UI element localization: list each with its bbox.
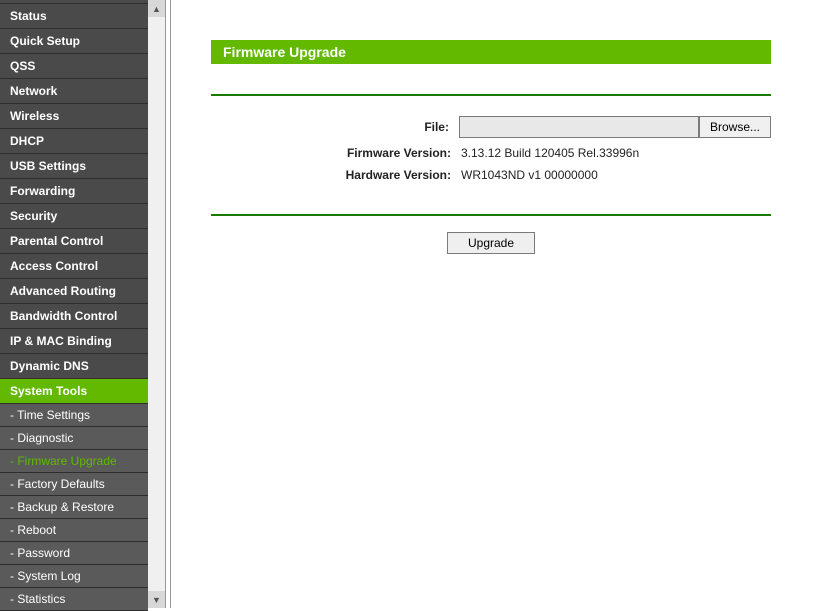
hardware-version-value: WR1043ND v1 00000000 xyxy=(461,168,598,182)
sidebar-label: QSS xyxy=(10,59,35,73)
sidebar-item-system-tools[interactable]: System Tools xyxy=(0,379,148,404)
file-label: File: xyxy=(211,120,459,134)
sidebar-sub-label: - Time Settings xyxy=(10,408,90,422)
sidebar-label: Quick Setup xyxy=(10,34,80,48)
sidebar-item-ip-mac-binding[interactable]: IP & MAC Binding xyxy=(0,329,148,354)
sidebar-scrollbar[interactable]: ▲ ▼ xyxy=(148,0,165,608)
scroll-up-arrow-icon[interactable]: ▲ xyxy=(148,0,165,17)
sidebar-sub-factory-defaults[interactable]: - Factory Defaults xyxy=(0,473,148,496)
sidebar-label: Access Control xyxy=(10,259,98,273)
sidebar-label: Bandwidth Control xyxy=(10,309,117,323)
upgrade-button-wrap: Upgrade xyxy=(211,232,771,254)
sidebar-item-qss[interactable]: QSS xyxy=(0,54,148,79)
sidebar-label: DHCP xyxy=(10,134,44,148)
hardware-version-row: Hardware Version: WR1043ND v1 00000000 xyxy=(211,168,771,182)
sidebar-label: IP & MAC Binding xyxy=(10,334,112,348)
file-row: File: Browse... xyxy=(211,116,771,138)
sidebar-sub-system-log[interactable]: - System Log xyxy=(0,565,148,588)
sidebar-item-access-control[interactable]: Access Control xyxy=(0,254,148,279)
sidebar-sub-label: - Factory Defaults xyxy=(10,477,105,491)
sidebar-item-status[interactable]: Status xyxy=(0,4,148,29)
sidebar-item-usb-settings[interactable]: USB Settings xyxy=(0,154,148,179)
sidebar-label: System Tools xyxy=(10,384,87,398)
browse-button[interactable]: Browse... xyxy=(699,116,771,138)
sidebar-label: Wireless xyxy=(10,109,59,123)
panel-title: Firmware Upgrade xyxy=(211,40,771,64)
file-path-input[interactable] xyxy=(459,116,699,138)
file-input-wrap: Browse... xyxy=(459,116,771,138)
sidebar-item-wireless[interactable]: Wireless xyxy=(0,104,148,129)
sidebar-label: Forwarding xyxy=(10,184,75,198)
sidebar-item-network[interactable]: Network xyxy=(0,79,148,104)
sidebar-item-dhcp[interactable]: DHCP xyxy=(0,129,148,154)
sidebar-sub-label: - Statistics xyxy=(10,592,65,606)
sidebar-label: Security xyxy=(10,209,57,223)
sidebar-item-security[interactable]: Security xyxy=(0,204,148,229)
sidebar-label: Parental Control xyxy=(10,234,103,248)
firmware-version-value: 3.13.12 Build 120405 Rel.33996n xyxy=(461,146,639,160)
sidebar-item-dynamic-dns[interactable]: Dynamic DNS xyxy=(0,354,148,379)
firmware-version-label: Firmware Version: xyxy=(211,146,461,160)
sidebar-item-bandwidth-control[interactable]: Bandwidth Control xyxy=(0,304,148,329)
sidebar-sub-label: - Backup & Restore xyxy=(10,500,114,514)
sidebar-item-quick-setup[interactable]: Quick Setup xyxy=(0,29,148,54)
menu-list: Status Quick Setup QSS Network Wireless … xyxy=(0,0,148,611)
sidebar-sub-firmware-upgrade[interactable]: - Firmware Upgrade xyxy=(0,450,148,473)
panel-body: File: Browse... Firmware Version: 3.13.1… xyxy=(211,94,771,216)
sidebar-label: Status xyxy=(10,9,47,23)
sidebar-sub-time-settings[interactable]: - Time Settings xyxy=(0,404,148,427)
sidebar-sub-label: - Password xyxy=(10,546,70,560)
sidebar-sub-label: - Reboot xyxy=(10,523,56,537)
firmware-version-row: Firmware Version: 3.13.12 Build 120405 R… xyxy=(211,146,771,160)
sidebar-sub-password[interactable]: - Password xyxy=(0,542,148,565)
sidebar-label: USB Settings xyxy=(10,159,86,173)
hardware-version-label: Hardware Version: xyxy=(211,168,461,182)
sidebar-item-advanced-routing[interactable]: Advanced Routing xyxy=(0,279,148,304)
sidebar-sub-label: - System Log xyxy=(10,569,81,583)
sidebar-sub-diagnostic[interactable]: - Diagnostic xyxy=(0,427,148,450)
sidebar-sub-backup-restore[interactable]: - Backup & Restore xyxy=(0,496,148,519)
sidebar-label: Dynamic DNS xyxy=(10,359,89,373)
sidebar-sub-label: - Firmware Upgrade xyxy=(10,454,117,468)
sidebar-item-parental-control[interactable]: Parental Control xyxy=(0,229,148,254)
scroll-down-arrow-icon[interactable]: ▼ xyxy=(148,591,165,608)
sidebar-label: Advanced Routing xyxy=(10,284,116,298)
sidebar-label: Network xyxy=(10,84,57,98)
sidebar-item-forwarding[interactable]: Forwarding xyxy=(0,179,148,204)
sidebar-sub-label: - Diagnostic xyxy=(10,431,73,445)
sidebar-sub-reboot[interactable]: - Reboot xyxy=(0,519,148,542)
upgrade-button[interactable]: Upgrade xyxy=(447,232,535,254)
content-area: Firmware Upgrade File: Browse... Firmwar… xyxy=(171,0,818,608)
sidebar: Status Quick Setup QSS Network Wireless … xyxy=(0,0,165,608)
